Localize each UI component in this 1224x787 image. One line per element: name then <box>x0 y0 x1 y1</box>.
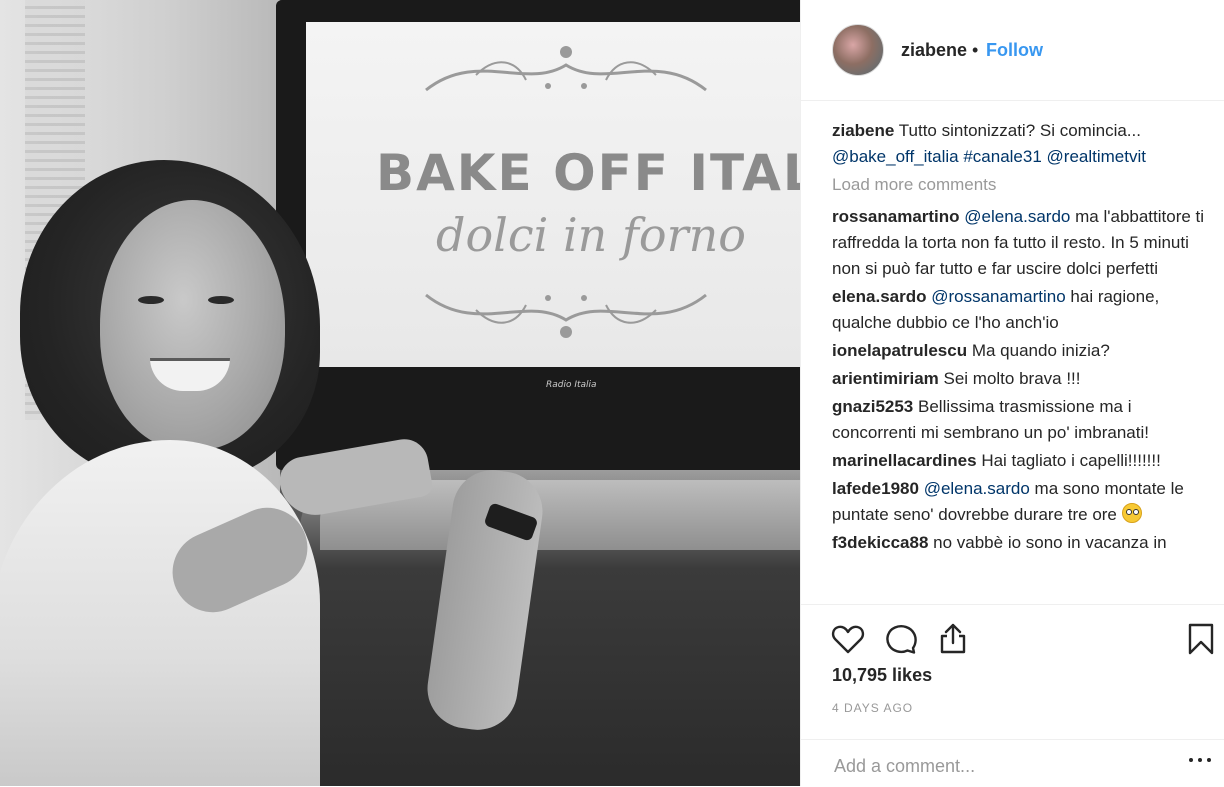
post-side-panel: ziabene • Follow ziabene Tutto sintonizz… <box>800 0 1224 786</box>
photo-tv-screen: BAKE OFF ITALIA dolci in forno <box>306 22 800 367</box>
avatar[interactable] <box>832 24 884 76</box>
post-actions: 10,795 likes 4 DAYS AGO <box>801 604 1224 786</box>
comment-item: marinellacardines Hai tagliato i capelli… <box>832 448 1217 474</box>
comment-username[interactable]: lafede1980 <box>832 479 919 498</box>
flourish-top-icon <box>425 46 707 92</box>
caption-username[interactable]: ziabene <box>832 121 894 140</box>
caption-text: Tutto sintonizzati? Si comincia... <box>898 121 1141 140</box>
comment-text: Ma quando inizia? <box>971 341 1110 360</box>
likes-count[interactable]: 10,795 likes <box>832 665 932 686</box>
caption-hashtag[interactable]: #canale31 <box>963 147 1041 166</box>
post-timestamp[interactable]: 4 DAYS AGO <box>832 701 913 715</box>
post-header: ziabene • Follow <box>801 0 1224 101</box>
comment-mention[interactable]: @elena.sardo <box>964 207 1070 226</box>
comment-username[interactable]: gnazi5253 <box>832 397 913 416</box>
photo-person-eye <box>208 296 234 304</box>
share-icon[interactable] <box>935 621 971 657</box>
speech-bubble-icon[interactable] <box>883 621 919 657</box>
rolling-eyes-emoji-icon <box>1121 503 1142 523</box>
caption-mention[interactable]: @realtimetvit <box>1047 147 1146 166</box>
bookmark-icon[interactable] <box>1183 621 1219 657</box>
comment-username[interactable]: arientimiriam <box>832 369 939 388</box>
flourish-bottom-icon <box>425 293 707 338</box>
post-author-username[interactable]: ziabene <box>901 40 967 61</box>
comment-username[interactable]: elena.sardo <box>832 287 927 306</box>
post-caption: ziabene Tutto sintonizzati? Si comincia.… <box>832 118 1217 170</box>
tv-brand-logo: Radio Italia <box>546 380 597 390</box>
comment-username[interactable]: ionelapatrulescu <box>832 341 967 360</box>
comment-item: elena.sardo @rossanamartino hai ragione,… <box>832 284 1217 336</box>
comments-list[interactable]: ziabene Tutto sintonizzati? Si comincia.… <box>832 118 1217 604</box>
comment-mention[interactable]: @elena.sardo <box>924 479 1030 498</box>
comment-username[interactable]: rossanamartino <box>832 207 960 226</box>
comment-item: ionelapatrulescu Ma quando inizia? <box>832 338 1217 364</box>
photo-person-eye <box>138 296 164 304</box>
photo-person-face <box>100 200 285 450</box>
comment-mention[interactable]: @rossanamartino <box>931 287 1065 306</box>
comment-text: Hai tagliato i capelli!!!!!!! <box>981 451 1161 470</box>
add-comment-bar <box>801 739 1224 787</box>
comment-item: rossanamartino @elena.sardo ma l'abbatti… <box>832 204 1217 282</box>
comment-username[interactable]: marinellacardines <box>832 451 977 470</box>
caption-mention[interactable]: @bake_off_italia <box>832 147 959 166</box>
photo-person-top <box>0 440 320 786</box>
comment-item: gnazi5253 Bellissima trasmissione ma i c… <box>832 394 1217 446</box>
comment-item: lafede1980 @elena.sardo ma sono montate … <box>832 476 1217 528</box>
tv-show-title: BAKE OFF ITALIA <box>376 144 800 202</box>
header-separator: • <box>972 40 979 60</box>
tv-show-subtitle: dolci in forno <box>436 208 746 262</box>
post-photo[interactable]: BAKE OFF ITALIA dolci in forno Radio Ita… <box>0 0 800 786</box>
follow-button[interactable]: Follow <box>986 40 1043 61</box>
comment-username[interactable]: f3dekicca88 <box>832 533 928 552</box>
comment-text: Sei molto brava !!! <box>943 369 1081 388</box>
comment-input[interactable] <box>832 752 1166 780</box>
comment-text: no vabbè io sono in vacanza in <box>933 533 1167 552</box>
comment-item: f3dekicca88 no vabbè io sono in vacanza … <box>832 530 1217 556</box>
instagram-post-view: BAKE OFF ITALIA dolci in forno Radio Ita… <box>0 0 1224 786</box>
load-more-comments-link[interactable]: Load more comments <box>832 172 1217 198</box>
comment-item: arientimiriam Sei molto brava !!! <box>832 366 1217 392</box>
heart-icon[interactable] <box>830 621 866 657</box>
more-options-icon[interactable] <box>1189 758 1213 766</box>
